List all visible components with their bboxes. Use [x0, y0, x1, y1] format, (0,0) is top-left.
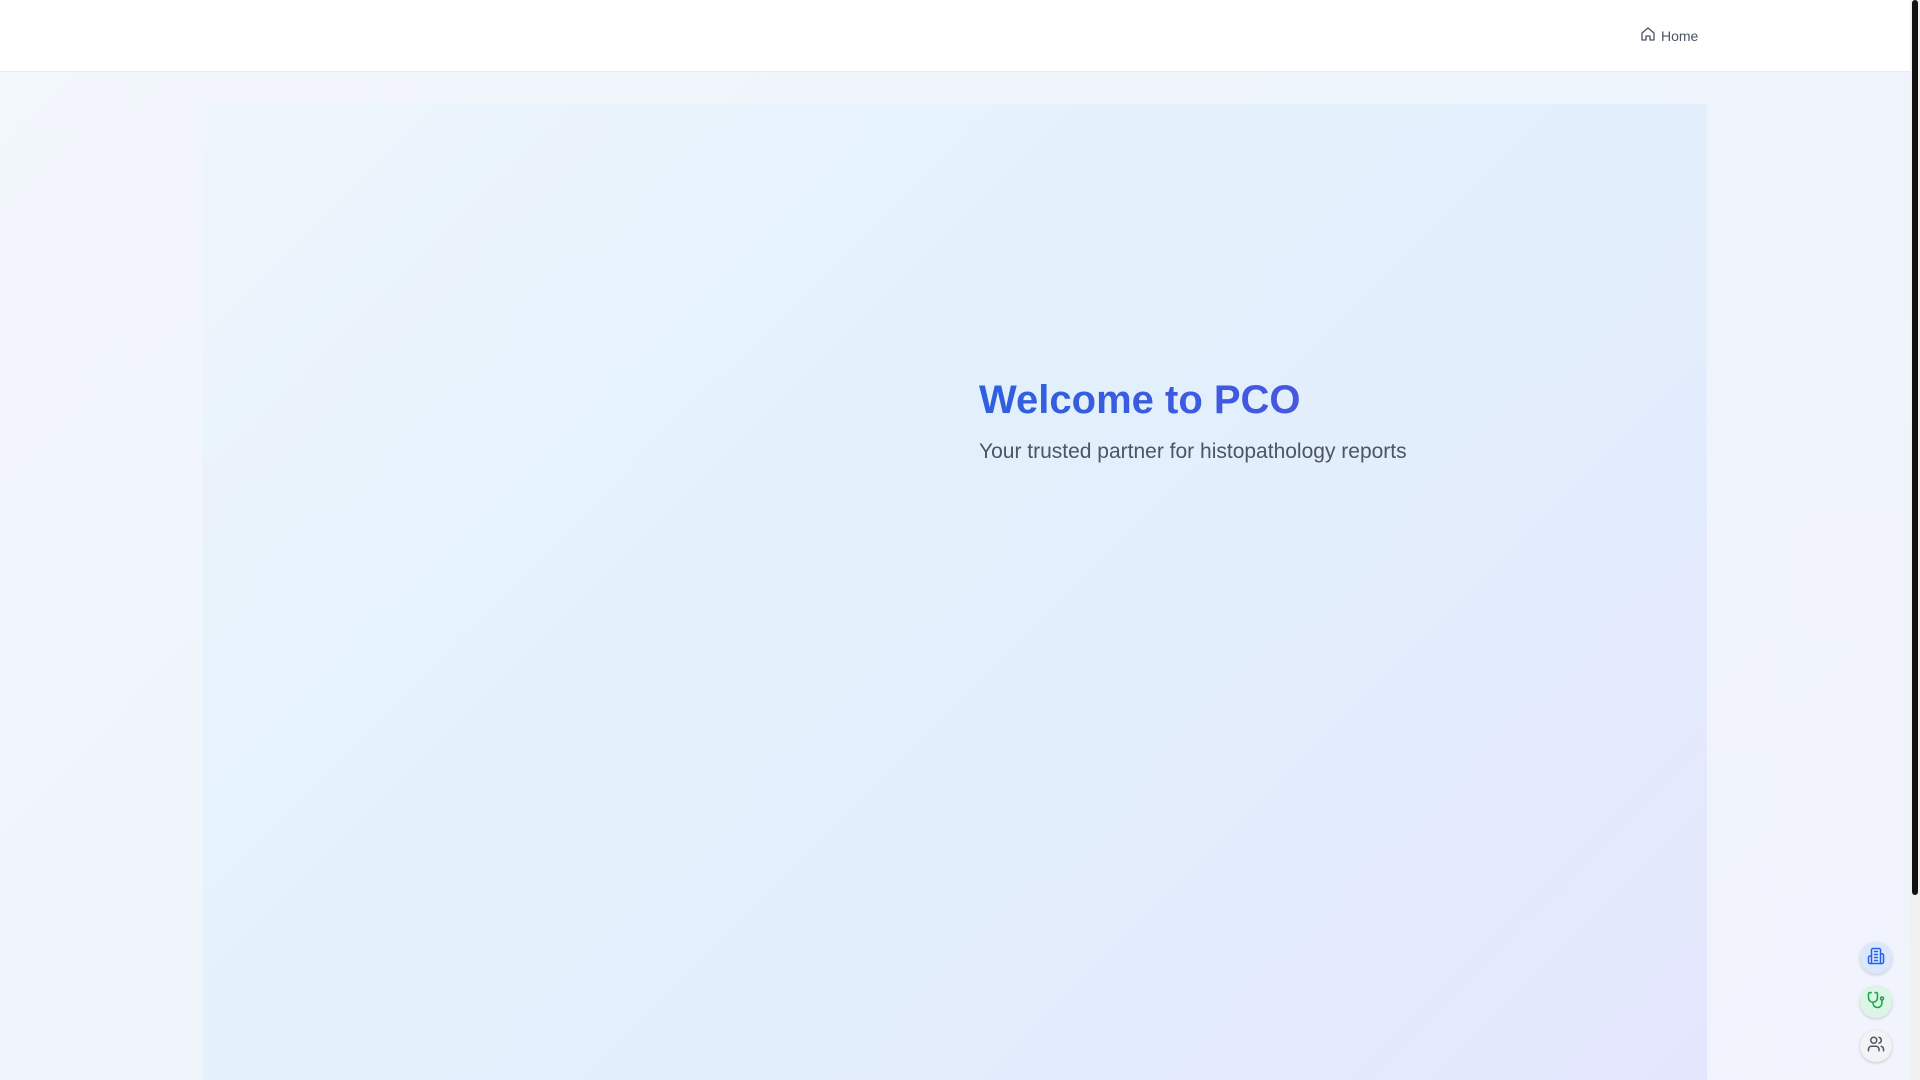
hero-title: Welcome to PCO	[979, 376, 1407, 424]
home-link-label: Home	[1661, 27, 1699, 44]
scrollbar-thumb[interactable]	[1912, 0, 1918, 895]
hero-text: Welcome to PCO Your trusted partner for …	[979, 376, 1407, 466]
hero-subtitle: Your trusted partner for histopathology …	[979, 440, 1407, 463]
top-nav-bar: Home	[0, 0, 1910, 72]
users-button[interactable]	[1860, 1030, 1892, 1062]
home-link[interactable]: Home	[1640, 26, 1698, 45]
hospital-icon	[1867, 947, 1885, 970]
home-icon	[1640, 26, 1656, 45]
page: Home Welcome to PCO Your trusted partner…	[0, 0, 1920, 1080]
hero-panel: Welcome to PCO Your trusted partner for …	[203, 104, 1707, 1080]
stethoscope-icon	[1867, 991, 1885, 1014]
users-icon	[1867, 1035, 1885, 1058]
hospital-button[interactable]	[1860, 942, 1892, 974]
doctor-button[interactable]	[1860, 986, 1892, 1018]
